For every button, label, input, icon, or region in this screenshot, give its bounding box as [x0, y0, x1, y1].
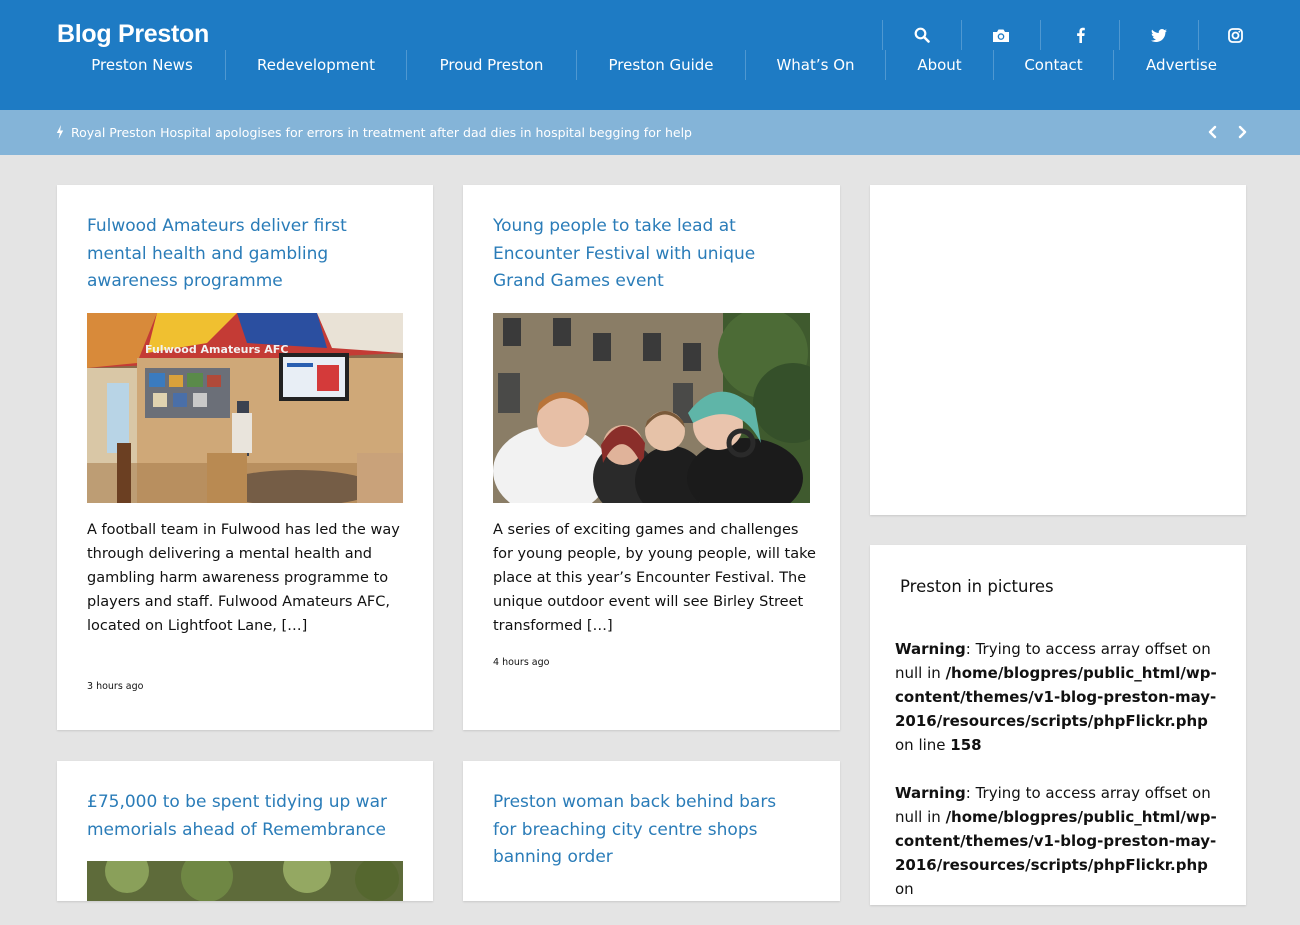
nav-item-about[interactable]: About	[885, 50, 993, 80]
chevron-left-icon[interactable]	[1205, 124, 1221, 140]
nav-item-preston-news[interactable]: Preston News	[59, 50, 225, 80]
article-excerpt: A series of exciting games and challenge…	[493, 522, 816, 634]
article-card: Preston woman back behind bars for breac…	[463, 761, 840, 901]
article-title[interactable]: Preston woman back behind bars for breac…	[493, 789, 803, 872]
article-title[interactable]: Fulwood Amateurs deliver first mental he…	[87, 213, 407, 296]
article-title[interactable]: Young people to take lead at Encounter F…	[493, 213, 803, 296]
chevron-right-icon[interactable]	[1234, 124, 1250, 140]
warning-label: Warning	[895, 640, 966, 658]
warning-line-text: on	[895, 880, 914, 898]
article-image[interactable]	[87, 861, 403, 901]
search-button[interactable]	[882, 20, 961, 50]
php-warning-list: Warning: Trying to access array offset o…	[895, 637, 1220, 925]
camera-icon	[993, 29, 1009, 42]
twitter-button[interactable]	[1119, 20, 1198, 50]
facebook-icon	[1076, 27, 1085, 43]
nav-item-proud-preston[interactable]: Proud Preston	[406, 50, 576, 80]
widget-title: Preston in pictures	[900, 577, 1054, 596]
php-warning: Warning: Trying to access array offset o…	[895, 781, 1220, 901]
sidebar-ad-slot	[870, 185, 1246, 515]
sidebar-widget-preston-in-pictures: Preston in pictures Warning: Trying to a…	[870, 545, 1246, 905]
article-excerpt: A football team in Fulwood has led the w…	[87, 522, 400, 634]
news-ticker: Royal Preston Hospital apologises for er…	[0, 110, 1300, 155]
warning-line-text: on line	[895, 736, 951, 754]
article-timestamp: 3 hours ago	[87, 681, 144, 692]
article-photo	[87, 861, 403, 901]
site-logo[interactable]: Blog Preston	[57, 20, 209, 49]
warning-line-number: 158	[950, 736, 982, 754]
instagram-button[interactable]	[1198, 20, 1271, 50]
nav-item-preston-guide[interactable]: Preston Guide	[576, 50, 745, 80]
main-nav: Preston News Redevelopment Proud Preston…	[59, 50, 1249, 80]
warning-label: Warning	[895, 784, 966, 802]
article-card: £75,000 to be spent tidying up war memor…	[57, 761, 433, 901]
search-icon	[914, 27, 930, 43]
php-warning: Warning: Trying to access array offset o…	[895, 637, 1220, 757]
article-card: Fulwood Amateurs deliver first mental he…	[57, 185, 433, 730]
lightning-icon	[56, 125, 64, 139]
ticker-headline[interactable]: Royal Preston Hospital apologises for er…	[71, 110, 692, 155]
facebook-button[interactable]	[1040, 20, 1119, 50]
header-icon-bar	[882, 20, 1271, 50]
article-card: Young people to take lead at Encounter F…	[463, 185, 840, 730]
twitter-icon	[1151, 28, 1167, 42]
nav-item-whats-on[interactable]: What’s On	[745, 50, 885, 80]
nav-item-redevelopment[interactable]: Redevelopment	[225, 50, 406, 80]
article-image[interactable]	[493, 313, 810, 503]
nav-item-advertise[interactable]: Advertise	[1113, 50, 1249, 80]
article-timestamp: 4 hours ago	[493, 657, 550, 668]
site-header: Blog Preston Preston News Redevelopment …	[0, 0, 1300, 110]
photos-button[interactable]	[961, 20, 1040, 50]
article-title[interactable]: £75,000 to be spent tidying up war memor…	[87, 789, 407, 844]
image-sign-text: Fulwood Amateurs AFC	[145, 343, 288, 356]
article-image[interactable]: Fulwood Amateurs AFC	[87, 313, 403, 503]
instagram-icon	[1227, 27, 1243, 43]
nav-item-contact[interactable]: Contact	[993, 50, 1113, 80]
article-photo: Fulwood Amateurs AFC	[87, 313, 403, 503]
article-photo	[493, 313, 810, 503]
